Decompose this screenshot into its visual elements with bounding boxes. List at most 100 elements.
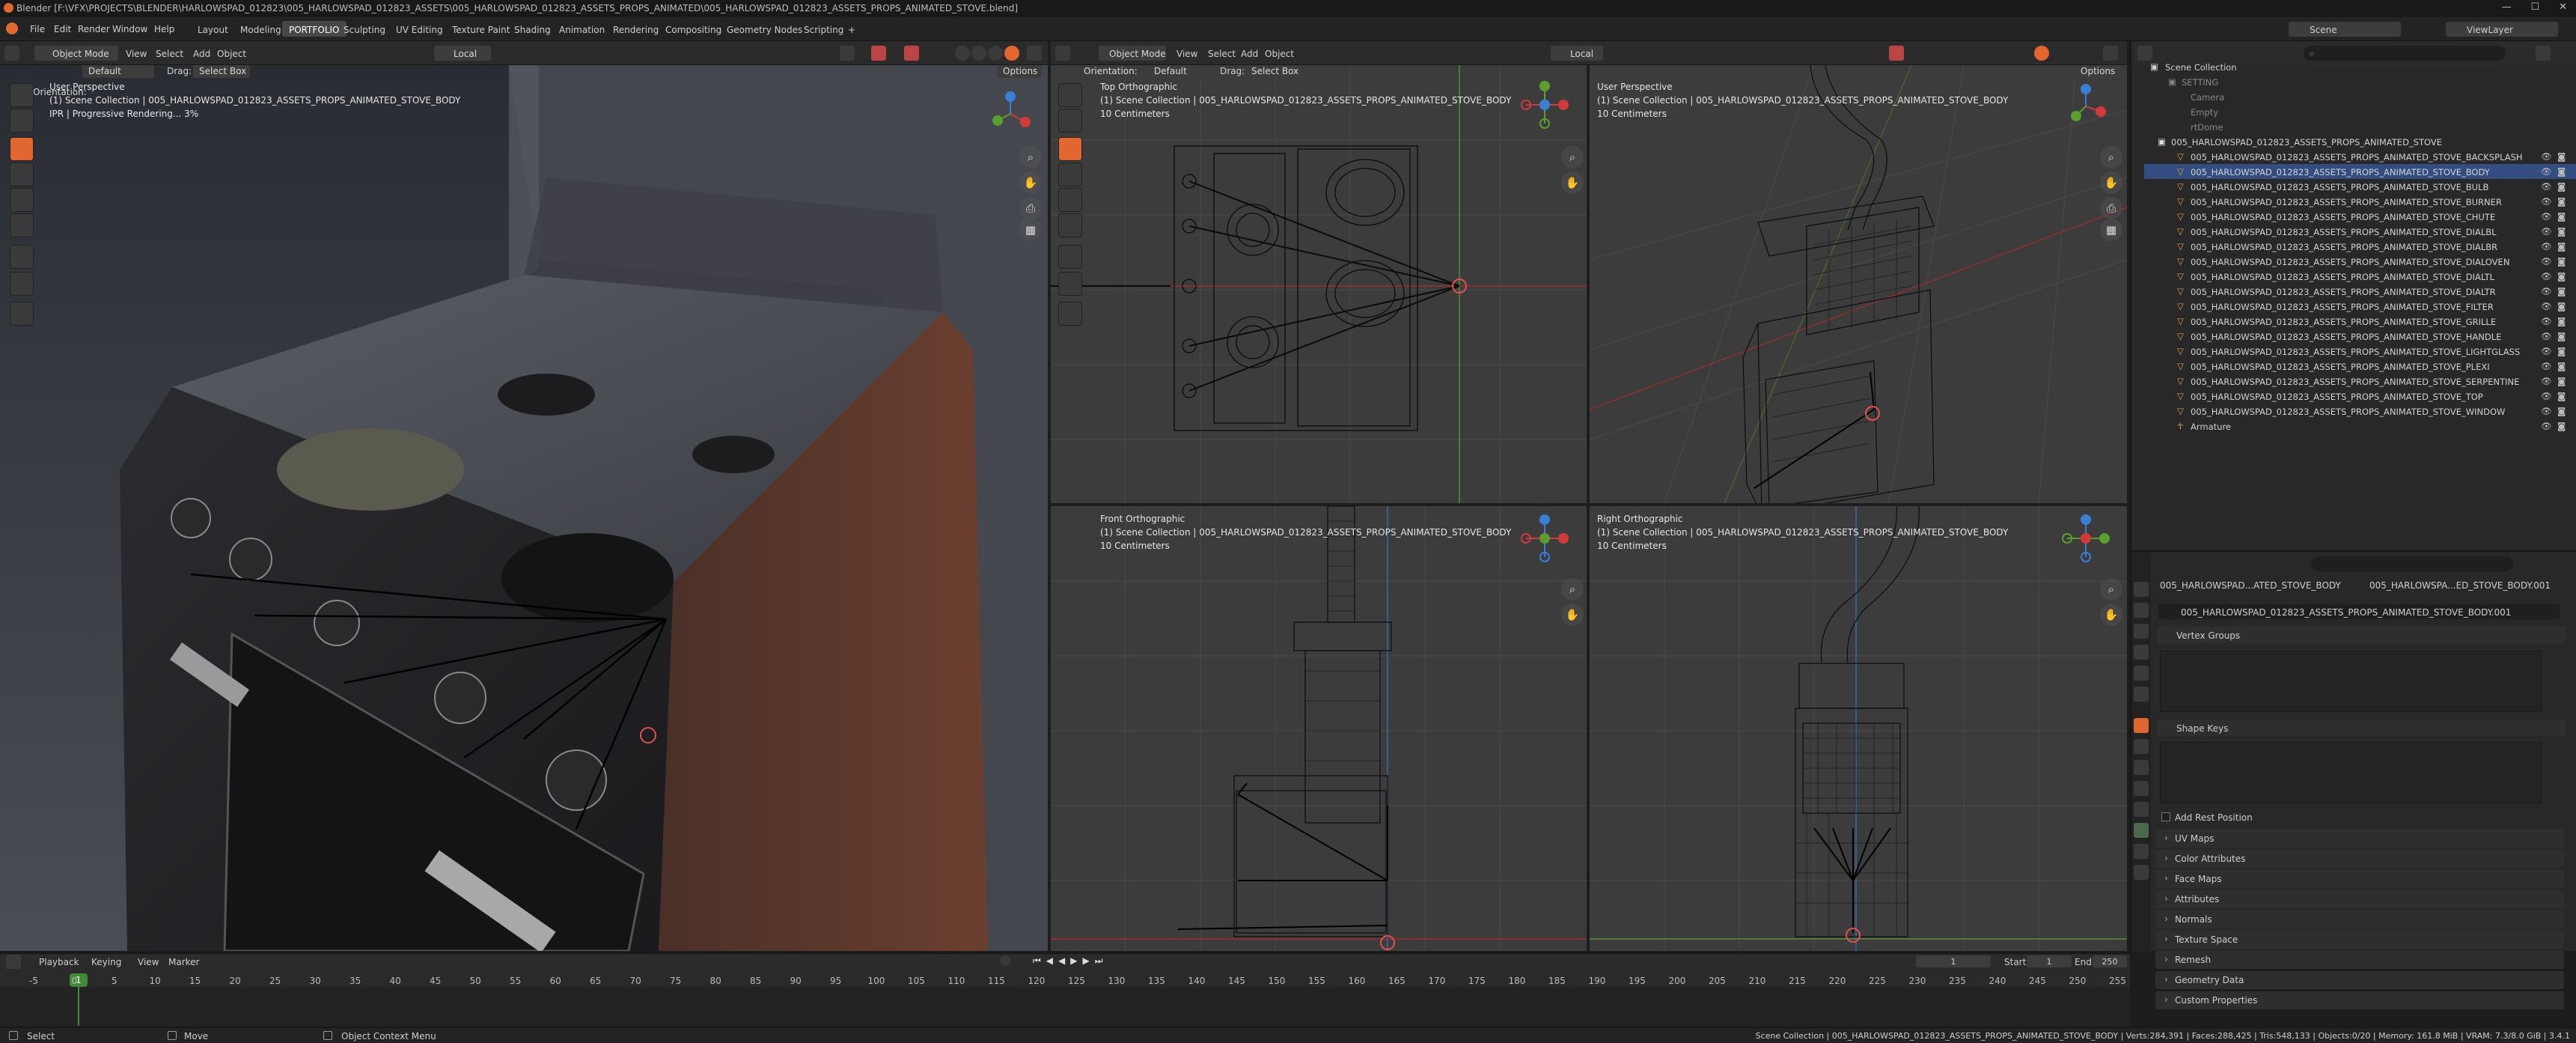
view-layer-selector[interactable]: ViewLayer bbox=[2446, 22, 2558, 37]
pan-icon[interactable]: ✋ bbox=[2100, 603, 2122, 626]
tab-layout[interactable]: Layout bbox=[191, 21, 235, 37]
wireframe-shading-icon[interactable] bbox=[955, 46, 970, 61]
tab-uv-editing[interactable]: UV Editing bbox=[389, 21, 450, 37]
panel-texture-space[interactable]: Texture Space bbox=[2155, 931, 2564, 949]
world-tab-icon[interactable] bbox=[2134, 687, 2149, 702]
close-icon[interactable]: ✕ bbox=[2559, 1, 2567, 13]
outliner-row[interactable]: ▣ 005_HARLOWSPAD_012823_ASSETS_PROPS_ANIM… bbox=[2144, 134, 2576, 149]
menu-object[interactable]: Object bbox=[1265, 49, 1294, 59]
start-frame-field[interactable]: 1 bbox=[2027, 955, 2072, 967]
editor-type-icon[interactable] bbox=[6, 955, 21, 970]
move-tool-icon[interactable] bbox=[1058, 137, 1082, 161]
eye-icon[interactable]: 👁 bbox=[2541, 166, 2552, 177]
outliner-row[interactable]: ▽ 005_HARLOWSPAD_012823_ASSETS_PROPS_ANIM… bbox=[2144, 224, 2576, 239]
front-ortho-viewport[interactable]: Front Orthographic (1) Scene Collection … bbox=[1051, 506, 1587, 951]
record-icon[interactable] bbox=[1000, 955, 1010, 966]
menu-object[interactable]: Object bbox=[217, 49, 246, 59]
camera-render-icon[interactable]: ◙ bbox=[2557, 361, 2566, 371]
overlay-toggle-icon[interactable] bbox=[904, 46, 919, 61]
overlay-toggle-icon[interactable] bbox=[1889, 46, 1904, 61]
tab-texture-paint[interactable]: Texture Paint bbox=[445, 21, 516, 37]
outliner-row[interactable]: Empty bbox=[2144, 104, 2576, 119]
eye-icon[interactable]: 👁 bbox=[2541, 241, 2552, 252]
tab-sculpting[interactable]: Sculpting bbox=[337, 21, 392, 37]
solid-shading-icon[interactable] bbox=[971, 46, 986, 61]
constraints-tab-icon[interactable] bbox=[2134, 802, 2149, 817]
vertex-groups-list[interactable] bbox=[2160, 651, 2542, 712]
outliner-row[interactable]: ▽ 005_HARLOWSPAD_012823_ASSETS_PROPS_ANIM… bbox=[2144, 314, 2576, 329]
outliner-row[interactable]: ▽ 005_HARLOWSPAD_012823_ASSETS_PROPS_ANIM… bbox=[2144, 239, 2576, 254]
tab-shading[interactable]: Shading bbox=[507, 21, 558, 37]
camera-render-icon[interactable]: ◙ bbox=[2557, 166, 2566, 177]
gizmo-toggle-icon[interactable] bbox=[871, 46, 886, 61]
measure-tool-icon[interactable] bbox=[10, 272, 34, 296]
properties-search-input[interactable] bbox=[2311, 556, 2513, 571]
camera-view-icon[interactable]: ⎙ bbox=[2100, 197, 2122, 219]
eye-icon[interactable]: 👁 bbox=[2541, 271, 2552, 282]
eye-icon[interactable]: 👁 bbox=[2541, 406, 2552, 416]
select-tool-icon[interactable] bbox=[1058, 83, 1082, 107]
mesh-name-field[interactable]: 005_HARLOWSPAD_012823_ASSETS_PROPS_ANIMA… bbox=[2158, 604, 2560, 619]
eye-icon[interactable]: 👁 bbox=[2541, 361, 2552, 371]
scene-selector[interactable]: Scene bbox=[2289, 22, 2401, 37]
eye-icon[interactable]: 👁 bbox=[2541, 391, 2552, 401]
camera-render-icon[interactable]: ◙ bbox=[2557, 181, 2566, 192]
menu-select[interactable]: Select bbox=[1208, 49, 1236, 59]
outliner-row[interactable]: ▽ 005_HARLOWSPAD_012823_ASSETS_PROPS_ANIM… bbox=[2144, 299, 2576, 314]
camera-render-icon[interactable]: ◙ bbox=[2557, 316, 2566, 326]
menu-add[interactable]: Add bbox=[1241, 49, 1258, 59]
camera-render-icon[interactable]: ◙ bbox=[2557, 286, 2566, 297]
select-tool-icon[interactable] bbox=[10, 83, 34, 107]
outliner-row[interactable]: ▽ 005_HARLOWSPAD_012823_ASSETS_PROPS_ANIM… bbox=[2144, 164, 2576, 179]
panel-color-attributes[interactable]: Color Attributes bbox=[2155, 850, 2564, 868]
add-cube-tool-icon[interactable] bbox=[10, 302, 34, 326]
outliner-row[interactable]: ▽ 005_HARLOWSPAD_012823_ASSETS_PROPS_ANIM… bbox=[2144, 209, 2576, 224]
transform-orientation-dropdown[interactable]: Local bbox=[434, 46, 491, 61]
editor-type-icon[interactable] bbox=[4, 46, 19, 61]
menu-window[interactable]: Window bbox=[112, 24, 147, 34]
camera-render-icon[interactable]: ◙ bbox=[2557, 271, 2566, 282]
rotate-tool-icon[interactable] bbox=[1058, 162, 1082, 186]
tab-modeling[interactable]: Modeling bbox=[234, 21, 288, 37]
texture-tab-icon[interactable] bbox=[2134, 865, 2149, 880]
right-ortho-viewport[interactable]: Right Orthographic (1) Scene Collection … bbox=[1590, 506, 2127, 951]
zoom-icon[interactable]: ⌕ bbox=[2100, 146, 2122, 168]
annotate-tool-icon[interactable] bbox=[1058, 245, 1082, 269]
transform-orientation-dropdown[interactable]: Local bbox=[1551, 46, 1603, 61]
outliner-row[interactable]: ▽ 005_HARLOWSPAD_012823_ASSETS_PROPS_ANIM… bbox=[2144, 254, 2576, 269]
outliner-row[interactable]: ▽ 005_HARLOWSPAD_012823_ASSETS_PROPS_ANIM… bbox=[2144, 149, 2576, 164]
add-rest-position-checkbox[interactable] bbox=[2161, 812, 2170, 821]
outliner-row[interactable]: ▽ 005_HARLOWSPAD_012823_ASSETS_PROPS_ANIM… bbox=[2144, 284, 2576, 299]
zoom-icon[interactable]: ⌕ bbox=[1561, 578, 1584, 600]
object-tab-icon[interactable] bbox=[2134, 718, 2149, 733]
outliner-row[interactable]: ▽ 005_HARLOWSPAD_012823_ASSETS_PROPS_ANIM… bbox=[2144, 179, 2576, 194]
main-viewport[interactable]: User Perspective (1) Scene Collection | … bbox=[0, 65, 1048, 951]
data-tab-icon[interactable] bbox=[2134, 823, 2149, 838]
orientation-dropdown[interactable]: Default bbox=[1148, 65, 1208, 78]
keying-menu[interactable]: Keying bbox=[91, 958, 121, 967]
panel-geometry-data[interactable]: Geometry Data bbox=[2155, 971, 2564, 989]
outliner-row[interactable]: ▽ 005_HARLOWSPAD_012823_ASSETS_PROPS_ANIM… bbox=[2144, 329, 2576, 344]
camera-render-icon[interactable]: ◙ bbox=[2557, 226, 2566, 237]
eye-icon[interactable]: 👁 bbox=[2541, 151, 2552, 162]
outliner-row[interactable]: ▽ 005_HARLOWSPAD_012823_ASSETS_PROPS_ANIM… bbox=[2144, 359, 2576, 374]
pause-render-icon[interactable] bbox=[2103, 46, 2118, 61]
tool-tab-icon[interactable] bbox=[2134, 582, 2149, 597]
physics-tab-icon[interactable] bbox=[2134, 781, 2149, 796]
outliner-row[interactable]: ▽ 005_HARLOWSPAD_012823_ASSETS_PROPS_ANIM… bbox=[2144, 344, 2576, 359]
material-tab-icon[interactable] bbox=[2134, 844, 2149, 859]
scale-tool-icon[interactable] bbox=[1058, 188, 1082, 212]
measure-tool-icon[interactable] bbox=[1058, 272, 1082, 296]
outliner-row[interactable]: ▽ 005_HARLOWSPAD_012823_ASSETS_PROPS_ANIM… bbox=[2144, 404, 2576, 419]
outliner-row[interactable]: ▣ SETTING bbox=[2144, 74, 2576, 89]
scale-tool-icon[interactable] bbox=[10, 188, 34, 212]
eye-icon[interactable]: 👁 bbox=[2541, 346, 2552, 356]
shape-keys-list[interactable] bbox=[2160, 742, 2542, 803]
eye-icon[interactable]: 👁 bbox=[2541, 301, 2552, 311]
outliner-row[interactable]: rtDome bbox=[2144, 119, 2576, 134]
add-workspace-button[interactable]: + bbox=[841, 21, 862, 37]
navigation-gizmo[interactable] bbox=[2060, 80, 2112, 133]
camera-render-icon[interactable]: ◙ bbox=[2557, 151, 2566, 162]
camera-render-icon[interactable]: ◙ bbox=[2557, 211, 2566, 222]
menu-render[interactable]: Render bbox=[78, 24, 110, 34]
